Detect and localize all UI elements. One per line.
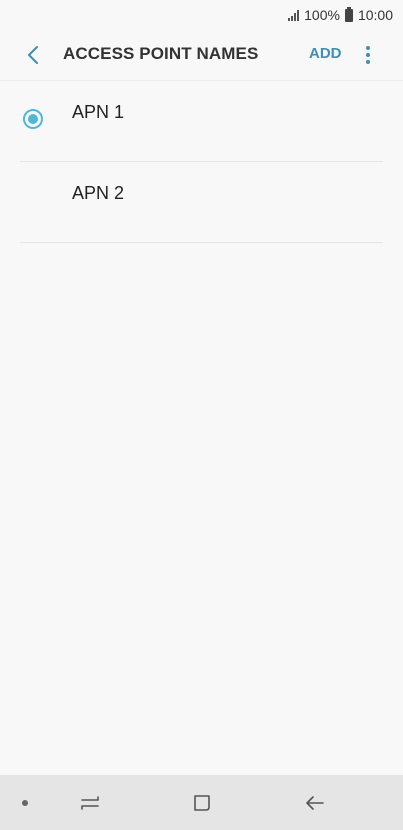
apn-list-item[interactable]: APN 1 [0,81,403,162]
apn-list: APN 1 APN 2 [0,81,403,243]
chevron-left-icon [28,46,38,64]
radio-selected-icon[interactable] [23,109,43,129]
status-bar: 100% 10:00 [0,0,403,30]
more-options-button[interactable] [358,42,378,68]
recent-apps-button[interactable] [76,789,104,817]
apn-label: APN 1 [72,102,125,122]
more-vertical-icon [366,46,370,50]
list-divider [20,242,383,243]
add-button[interactable]: ADD [309,45,342,62]
home-button[interactable] [188,789,216,817]
page-title: ACCESS POINT NAMES [63,44,259,63]
battery-percent: 100% [304,7,340,23]
dot-indicator-icon [22,800,28,806]
apn-list-item[interactable]: APN 2 [0,162,403,243]
home-icon [194,795,210,811]
apn-label: APN 2 [72,183,125,203]
back-nav-button[interactable] [301,789,329,817]
app-header: ACCESS POINT NAMES ADD [0,30,403,80]
signal-icon [288,9,300,21]
status-time: 10:00 [357,7,393,23]
recent-apps-icon [81,796,99,810]
back-button[interactable] [20,42,46,68]
navigation-bar [0,775,403,830]
back-arrow-icon [306,796,324,810]
battery-icon [344,6,353,22]
